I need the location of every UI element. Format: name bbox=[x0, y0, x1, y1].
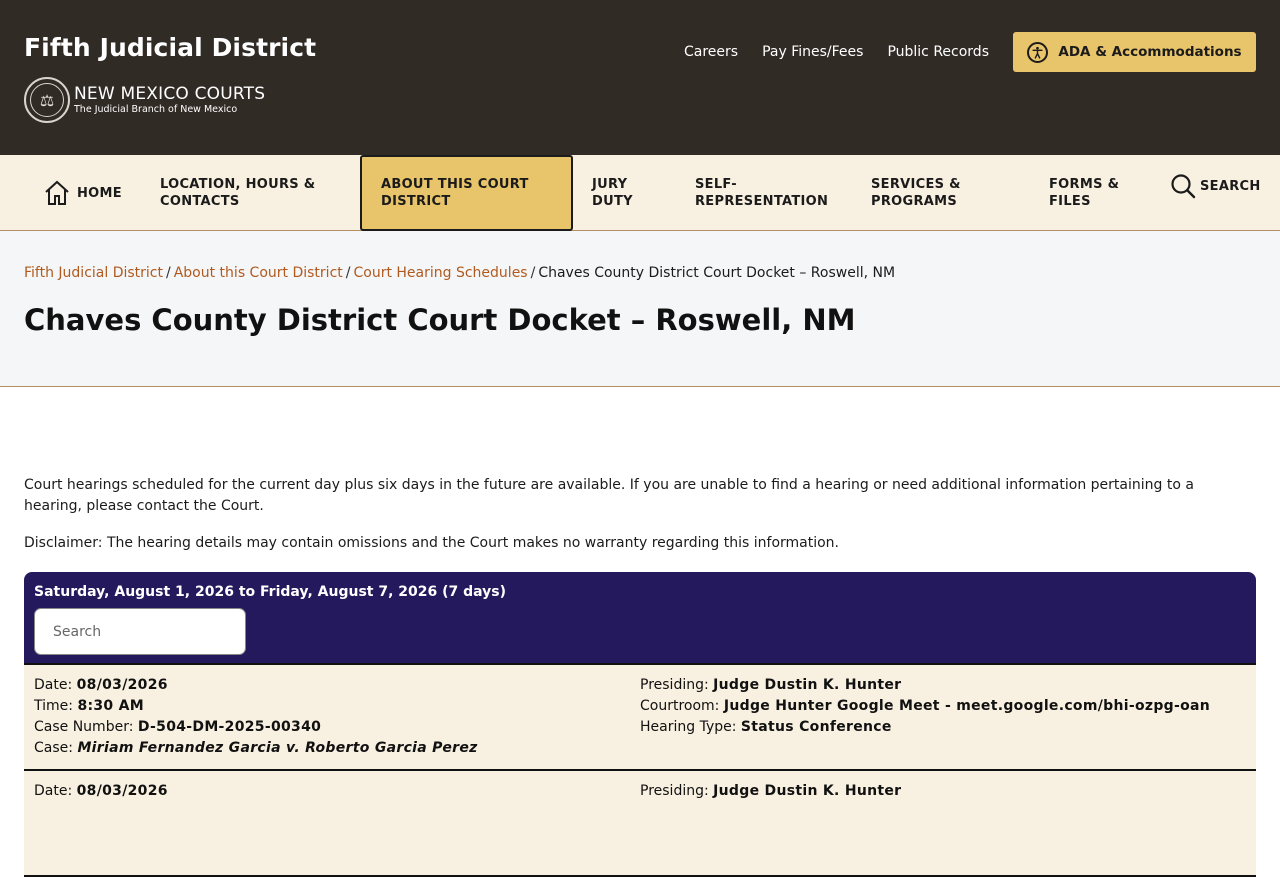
page-header: Fifth Judicial District / About this Court… bbox=[0, 231, 1280, 387]
main-content: Court hearings scheduled for the current… bbox=[0, 475, 1280, 877]
disclaimer-text: Disclaimer: The hearing details may cont… bbox=[24, 535, 840, 551]
nav-about-label: ABOUT THIS COURT DISTRICT bbox=[381, 177, 529, 209]
docket-header: Saturday, August 1, 2026 to Friday, Augu… bbox=[24, 572, 1256, 665]
breadcrumb-about[interactable]: About this Court District bbox=[174, 265, 343, 281]
search-icon bbox=[1171, 174, 1196, 199]
nav-forms-label: FORMS & FILES bbox=[1049, 177, 1120, 209]
nav-self-label: SELF-REPRESENTATION bbox=[695, 177, 829, 209]
nav-location[interactable]: LOCATION, HOURS & CONTACTS bbox=[160, 155, 330, 231]
date-range: Saturday, August 1, 2026 to Friday, Augu… bbox=[34, 584, 507, 600]
docket-row: Date: 08/03/2026 Presiding: Judge Dustin… bbox=[24, 771, 1256, 877]
breadcrumb-home[interactable]: Fifth Judicial District bbox=[24, 265, 163, 281]
site-header: Fifth Judicial District ⚖ NEW MEXICO COU… bbox=[0, 0, 1280, 155]
docket-search-input[interactable] bbox=[34, 608, 246, 655]
hearing-date: 08/03/2026 bbox=[76, 783, 168, 799]
nav-jury[interactable]: JURY DUTY bbox=[592, 155, 662, 231]
public-records-link[interactable]: Public Records bbox=[887, 44, 989, 60]
presiding-judge: Judge Dustin K. Hunter bbox=[713, 783, 902, 799]
hearing-time: 8:30 AM bbox=[77, 698, 145, 714]
presiding-judge: Judge Dustin K. Hunter bbox=[713, 677, 902, 693]
careers-link[interactable]: Careers bbox=[684, 44, 738, 60]
ada-accommodations-button[interactable]: ADA & Accommodations bbox=[1013, 32, 1256, 72]
main-nav: HOME LOCATION, HOURS & CONTACTS ABOUT TH… bbox=[0, 155, 1280, 231]
breadcrumb-current: Chaves County District Court Docket – Ro… bbox=[538, 265, 896, 281]
hearing-type: Status Conference bbox=[740, 719, 892, 735]
nav-home-label: HOME bbox=[77, 185, 122, 201]
nav-home[interactable]: HOME bbox=[43, 155, 122, 231]
intro-text: Court hearings scheduled for the current… bbox=[24, 477, 1194, 514]
nav-forms[interactable]: FORMS & FILES bbox=[1049, 155, 1139, 231]
courtroom: Judge Hunter Google Meet - meet.google.c… bbox=[723, 698, 1211, 714]
logo-main-text: NEW MEXICO COURTS bbox=[74, 83, 266, 104]
page-title: Chaves County District Court Docket – Ro… bbox=[24, 303, 856, 337]
utility-links: Careers Pay Fines/Fees Public Records bbox=[684, 44, 989, 60]
hearing-date: 08/03/2026 bbox=[76, 677, 168, 693]
nav-services[interactable]: SERVICES & PROGRAMS bbox=[871, 155, 991, 231]
nav-search[interactable]: SEARCH bbox=[1170, 148, 1261, 224]
breadcrumb: Fifth Judicial District / About this Court… bbox=[24, 265, 896, 281]
breadcrumb-schedules[interactable]: Court Hearing Schedules bbox=[353, 265, 527, 281]
case-name: Miriam Fernandez Garcia v. Roberto Garci… bbox=[77, 740, 478, 756]
court-seal-icon: ⚖ bbox=[24, 77, 70, 123]
logo-sub-text: The Judicial Branch of New Mexico bbox=[74, 103, 238, 115]
case-number: D-504-DM-2025-00340 bbox=[137, 719, 322, 735]
home-icon bbox=[45, 180, 69, 205]
nav-search-label: SEARCH bbox=[1200, 178, 1261, 194]
nav-jury-label: JURY DUTY bbox=[592, 177, 633, 209]
accessibility-icon bbox=[1027, 41, 1049, 63]
nm-courts-logo[interactable]: ⚖ NEW MEXICO COURTS The Judicial Branch … bbox=[24, 77, 265, 123]
nav-location-label: LOCATION, HOURS & CONTACTS bbox=[160, 177, 316, 209]
docket-row: Date: 08/03/2026 Time: 8:30 AM Case Numb… bbox=[24, 665, 1256, 771]
site-title[interactable]: Fifth Judicial District bbox=[24, 33, 316, 62]
docket-table: Saturday, August 1, 2026 to Friday, Augu… bbox=[24, 572, 1256, 877]
pay-fines-link[interactable]: Pay Fines/Fees bbox=[762, 44, 863, 60]
nav-services-label: SERVICES & PROGRAMS bbox=[871, 177, 961, 209]
nav-self-representation[interactable]: SELF-REPRESENTATION bbox=[695, 155, 845, 231]
ada-label: ADA & Accommodations bbox=[1058, 44, 1242, 60]
nav-about[interactable]: ABOUT THIS COURT DISTRICT bbox=[360, 155, 573, 231]
